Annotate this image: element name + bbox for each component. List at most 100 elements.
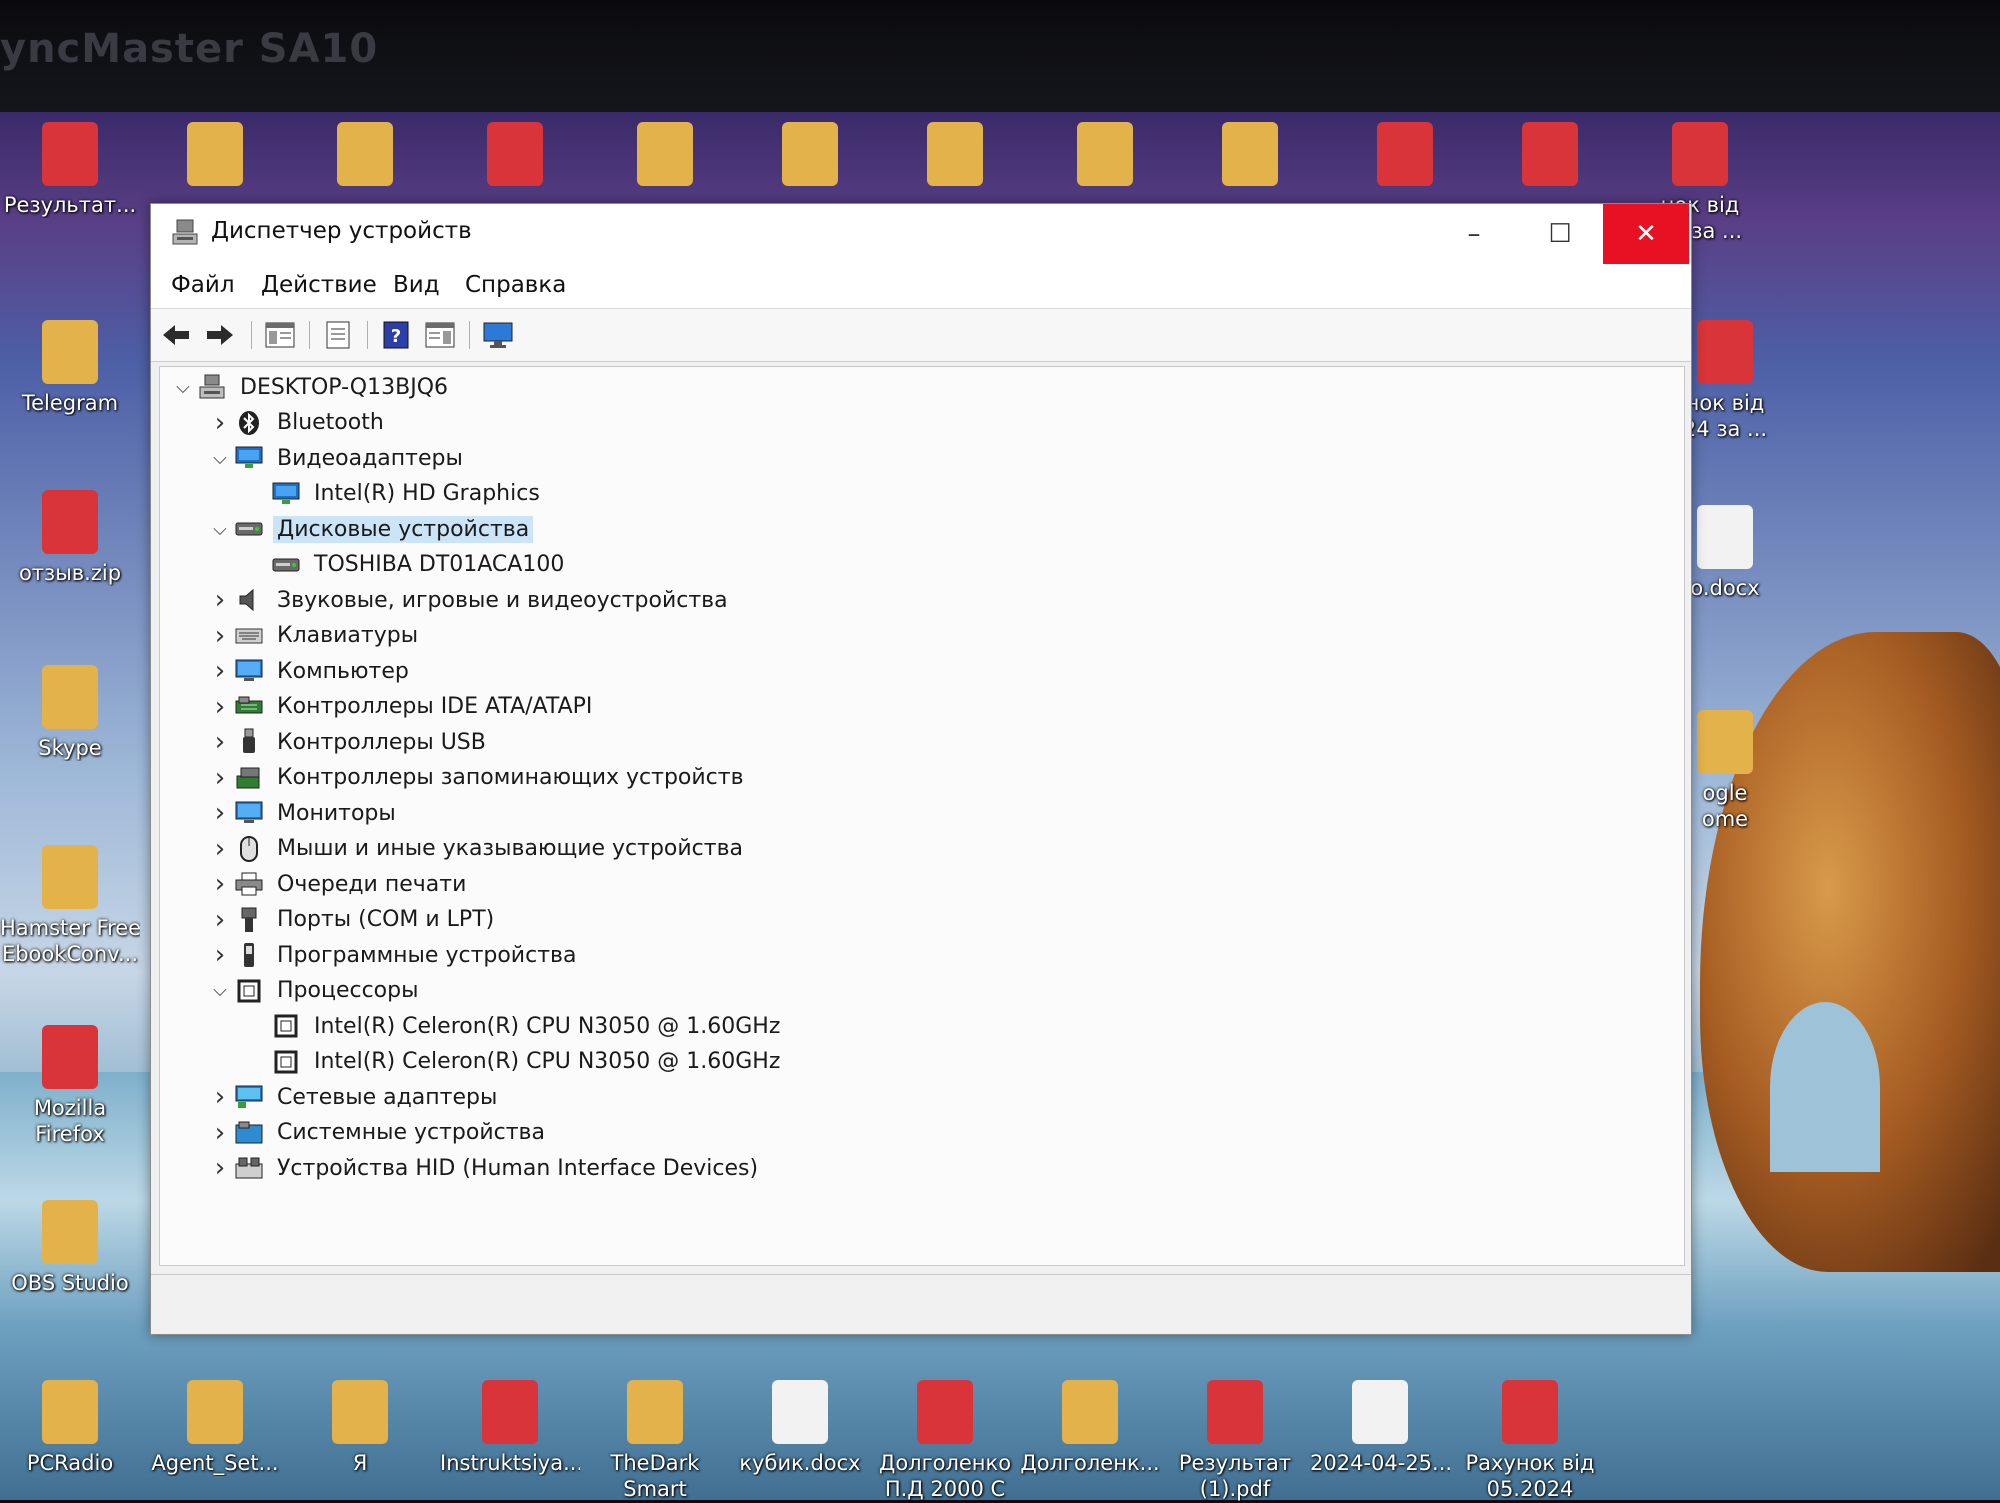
help-icon[interactable]: ? (379, 319, 413, 351)
tree-row[interactable]: TOSHIBA DT01ACA100 (242, 549, 568, 581)
desktop-icon[interactable] (1035, 122, 1175, 192)
tree-row[interactable]: › Мыши и иные указывающие устройства (205, 833, 747, 865)
processor-icon (272, 1013, 300, 1039)
monitor-icon (235, 658, 263, 684)
maximize-button[interactable]: ☐ (1517, 204, 1603, 264)
file-icon (332, 1380, 388, 1444)
desktop-icon[interactable] (295, 122, 435, 192)
tree-row[interactable]: › Звуковые, игровые и видеоустройства (205, 584, 732, 616)
desktop-icon[interactable] (885, 122, 1025, 192)
tree-item-label: Intel(R) Celeron(R) CPU N3050 @ 1.60GHz (314, 1049, 781, 1074)
file-icon (487, 122, 543, 186)
tree-row[interactable]: ⌵ Дисковые устройства (205, 513, 534, 545)
tree-row[interactable]: › Клавиатуры (205, 620, 422, 652)
tree-row[interactable]: › Порты (COM и LPT) (205, 904, 498, 936)
svg-text:?: ? (391, 326, 401, 347)
chevron-right-icon[interactable]: › (205, 655, 235, 687)
tree-row[interactable]: › Компьютер (205, 655, 413, 687)
chevron-down-icon[interactable]: ⌵ (168, 371, 198, 403)
chevron-right-icon[interactable]: › (205, 904, 235, 936)
chevron-down-icon[interactable]: ⌵ (205, 975, 235, 1007)
desktop-icon[interactable]: кубик.docx (730, 1380, 870, 1476)
chevron-right-icon[interactable]: › (205, 407, 235, 439)
tree-row[interactable]: › Мониторы (205, 797, 400, 829)
tree-row[interactable]: Intel(R) HD Graphics (242, 478, 544, 510)
chevron-right-icon[interactable]: › (205, 797, 235, 829)
tree-row[interactable]: › Системные устройства (205, 1117, 549, 1149)
tree-row[interactable]: › Программные устройства (205, 939, 580, 971)
tree-row[interactable]: › Контроллеры IDE ATA/ATAPI (205, 691, 596, 723)
tree-row[interactable]: ⌵ Процессоры (205, 975, 422, 1007)
desktop-icon[interactable]: Долголенк... (1020, 1380, 1160, 1476)
desktop-icon[interactable]: Hamster Free EbookConv... (0, 845, 140, 968)
desktop-icon[interactable]: Рахунок від 05.2024 (1460, 1380, 1600, 1503)
desktop-icon[interactable]: Instruktsiya... (440, 1380, 580, 1476)
desktop-icon[interactable]: Telegram (0, 320, 140, 416)
file-icon (482, 1380, 538, 1444)
chevron-right-icon[interactable]: › (205, 1081, 235, 1113)
desktop-icon[interactable]: Mozilla Firefox (0, 1025, 140, 1148)
tree-item-label: Контроллеры запоминающих устройств (277, 765, 744, 790)
chevron-down-icon[interactable]: ⌵ (205, 442, 235, 474)
properties-icon[interactable] (321, 319, 355, 351)
tree-row[interactable]: › Очереди печати (205, 868, 470, 900)
chevron-right-icon[interactable]: › (205, 1152, 235, 1184)
desktop-icon-label: отзыв.zip (18, 561, 122, 585)
tree-row[interactable]: ⌵ Видеоадаптеры (205, 442, 467, 474)
desktop-icon[interactable]: Результат... (0, 122, 140, 218)
desktop-icon[interactable]: Agent_Set... (145, 1380, 285, 1476)
chevron-right-icon[interactable]: › (205, 620, 235, 652)
menu-help[interactable]: Справка (465, 272, 566, 298)
storage-controller-icon (235, 765, 263, 791)
desktop-icon[interactable]: PCRadio (0, 1380, 140, 1476)
desktop-icon[interactable] (1480, 122, 1620, 192)
chevron-right-icon[interactable]: › (205, 691, 235, 723)
tree-row[interactable]: ⌵ DESKTOP-Q13BJQ6 (168, 371, 452, 403)
desktop-icon[interactable] (1180, 122, 1320, 192)
tree-row[interactable]: › Bluetooth (205, 407, 388, 439)
tree-row[interactable]: › Контроллеры USB (205, 726, 490, 758)
chevron-right-icon[interactable]: › (205, 868, 235, 900)
tree-row[interactable]: › Сетевые адаптеры (205, 1081, 501, 1113)
desktop-icon[interactable] (595, 122, 735, 192)
menu-action[interactable]: Действие (261, 272, 377, 298)
minimize-button[interactable]: – (1431, 204, 1517, 264)
desktop-icon[interactable]: отзыв.zip (0, 490, 140, 586)
scan-hardware-icon[interactable] (481, 319, 515, 351)
menu-view[interactable]: Вид (393, 272, 440, 298)
desktop-icon[interactable] (445, 122, 585, 192)
chevron-down-icon[interactable]: ⌵ (205, 513, 235, 545)
desktop-icon-label: Skype (38, 736, 102, 760)
menu-file[interactable]: Файл (171, 272, 235, 298)
desktop-icon[interactable]: Skype (0, 665, 140, 761)
back-arrow-icon[interactable] (159, 319, 193, 351)
console-tree-icon[interactable] (263, 319, 297, 351)
desktop-icon[interactable] (740, 122, 880, 192)
chevron-right-icon[interactable]: › (205, 762, 235, 794)
desktop-icon[interactable]: TheDark Smart (585, 1380, 725, 1503)
chevron-right-icon[interactable]: › (205, 726, 235, 758)
desktop-icon[interactable]: 2024-04-25... (1310, 1380, 1450, 1476)
desktop-icon[interactable]: Долголенко П.Д 2000 С (875, 1380, 1015, 1503)
desktop-icon[interactable]: Я (290, 1380, 430, 1476)
chevron-right-icon[interactable]: › (205, 833, 235, 865)
action-pane-icon[interactable] (423, 319, 457, 351)
desktop-icon[interactable] (1335, 122, 1475, 192)
tree-row[interactable]: Intel(R) Celeron(R) CPU N3050 @ 1.60GHz (242, 1046, 784, 1078)
desktop-icon[interactable] (145, 122, 285, 192)
desktop-icon[interactable]: Результат (1).pdf (1165, 1380, 1305, 1503)
tree-row[interactable]: › Контроллеры запоминающих устройств (205, 762, 748, 794)
title-bar[interactable]: Диспетчер устройств – ☐ ✕ (151, 204, 1691, 264)
tree-row[interactable]: Intel(R) Celeron(R) CPU N3050 @ 1.60GHz (242, 1010, 784, 1042)
chevron-right-icon[interactable]: › (205, 584, 235, 616)
desktop-icon[interactable]: OBS Studio (0, 1200, 140, 1296)
close-button[interactable]: ✕ (1603, 204, 1689, 264)
tree-row[interactable]: › Устройства HID (Human Interface Devices… (205, 1152, 762, 1184)
chevron-right-icon[interactable]: › (205, 939, 235, 971)
forward-arrow-icon[interactable] (203, 319, 237, 351)
file-icon (1697, 505, 1753, 569)
processor-icon (235, 978, 263, 1004)
chevron-right-icon[interactable]: › (205, 1117, 235, 1149)
